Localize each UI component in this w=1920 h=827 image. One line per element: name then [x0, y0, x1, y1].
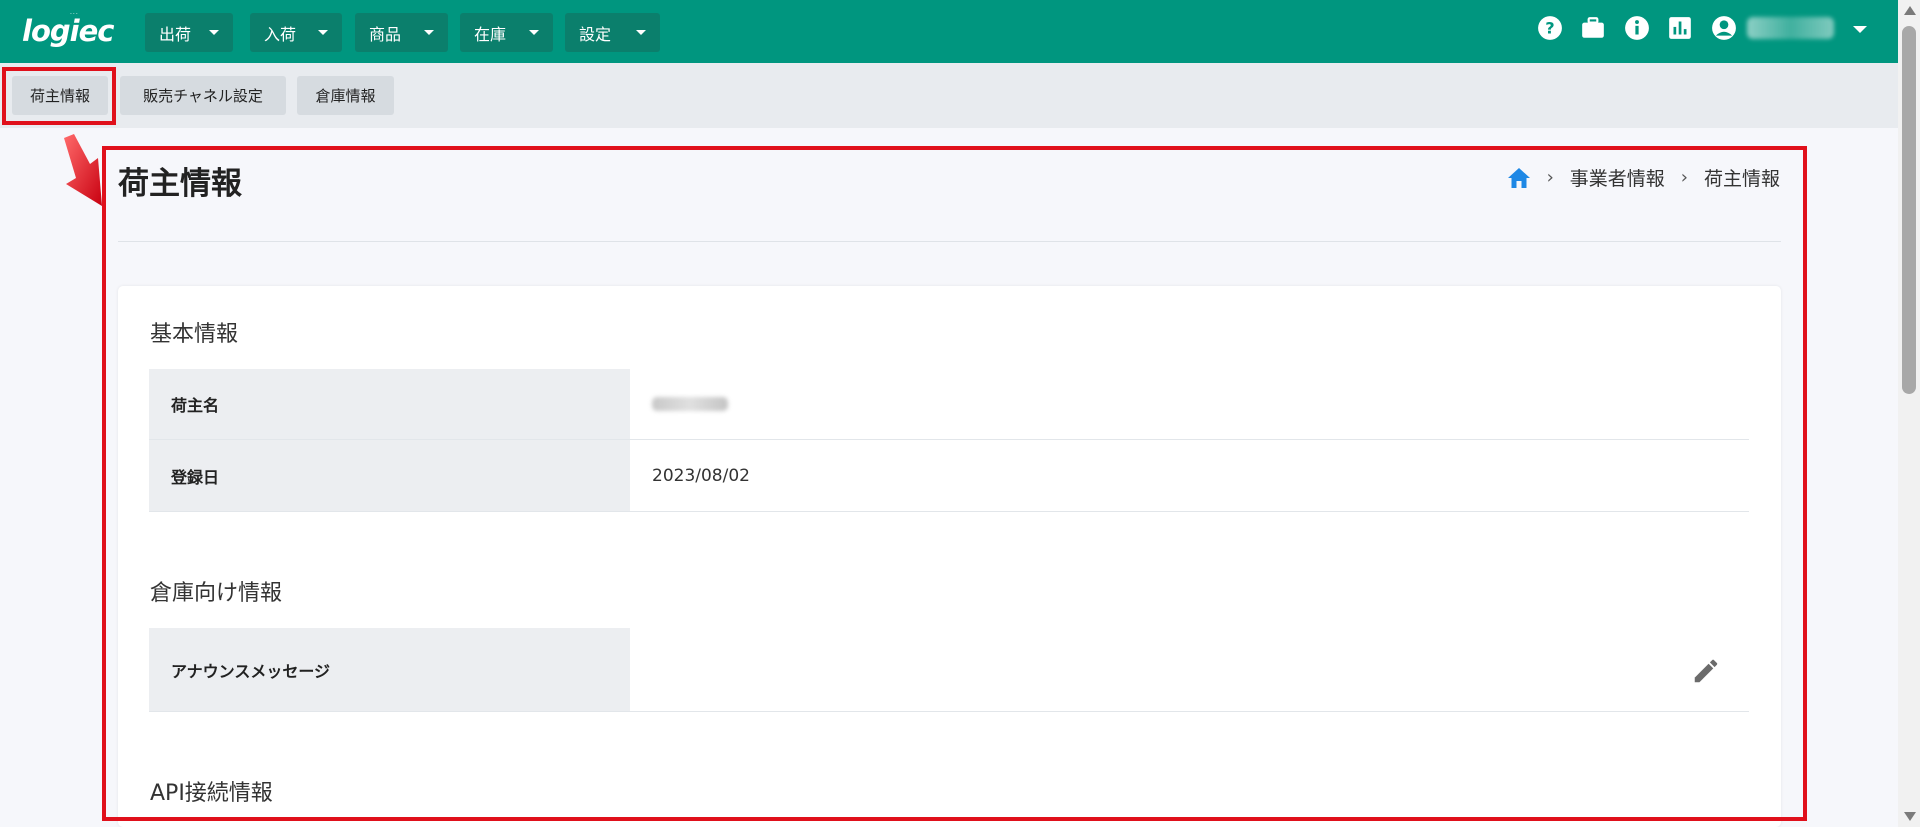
- svg-text:?: ?: [1545, 18, 1554, 37]
- caret-down-icon: [318, 30, 328, 35]
- account-icon[interactable]: [1711, 15, 1737, 41]
- caret-down-icon: [636, 30, 646, 35]
- sub-navbar: 荷主情報 販売チャネル設定 倉庫情報: [0, 63, 1898, 128]
- help-icon[interactable]: ?: [1537, 15, 1563, 41]
- arrow-icon: [64, 134, 102, 206]
- nav-menu-settings[interactable]: 設定: [565, 13, 660, 52]
- caret-down-icon: [424, 30, 434, 35]
- logo-mark-icon: ···: [70, 11, 79, 18]
- nav-menu-inventory[interactable]: 在庫: [460, 13, 553, 52]
- nav-menu-label: 在庫: [474, 24, 507, 44]
- subtab-sales-channel-settings[interactable]: 販売チャネル設定: [120, 76, 286, 115]
- scrollbar[interactable]: [1898, 0, 1920, 827]
- briefcase-icon[interactable]: [1580, 15, 1606, 41]
- caret-down-icon: [529, 30, 539, 35]
- bar-chart-icon[interactable]: [1667, 15, 1693, 41]
- top-navbar: logiec ··· 出荷 入荷 商品 在庫 設定 ?: [0, 0, 1898, 63]
- nav-menu-label: 商品: [369, 24, 402, 44]
- nav-menu-products[interactable]: 商品: [355, 13, 448, 52]
- info-icon[interactable]: [1624, 15, 1650, 41]
- nav-menu-label: 出荷: [159, 24, 192, 44]
- nav-menu-shipping[interactable]: 出荷: [145, 13, 233, 52]
- highlight-box-content: [102, 146, 1807, 821]
- scroll-down-icon[interactable]: [1904, 812, 1916, 821]
- logo[interactable]: logiec: [22, 14, 114, 48]
- nav-menu-receiving[interactable]: 入荷: [250, 13, 342, 52]
- user-name[interactable]: [1747, 17, 1834, 39]
- nav-menu-label: 設定: [579, 24, 612, 44]
- subtab-warehouse-info[interactable]: 倉庫情報: [297, 76, 394, 115]
- highlight-box-tab: [2, 67, 116, 125]
- caret-down-icon: [209, 30, 219, 35]
- scroll-thumb[interactable]: [1902, 26, 1916, 394]
- scroll-up-icon[interactable]: [1904, 6, 1916, 15]
- nav-menu-label: 入荷: [264, 24, 297, 44]
- user-menu-caret-icon[interactable]: [1853, 26, 1867, 33]
